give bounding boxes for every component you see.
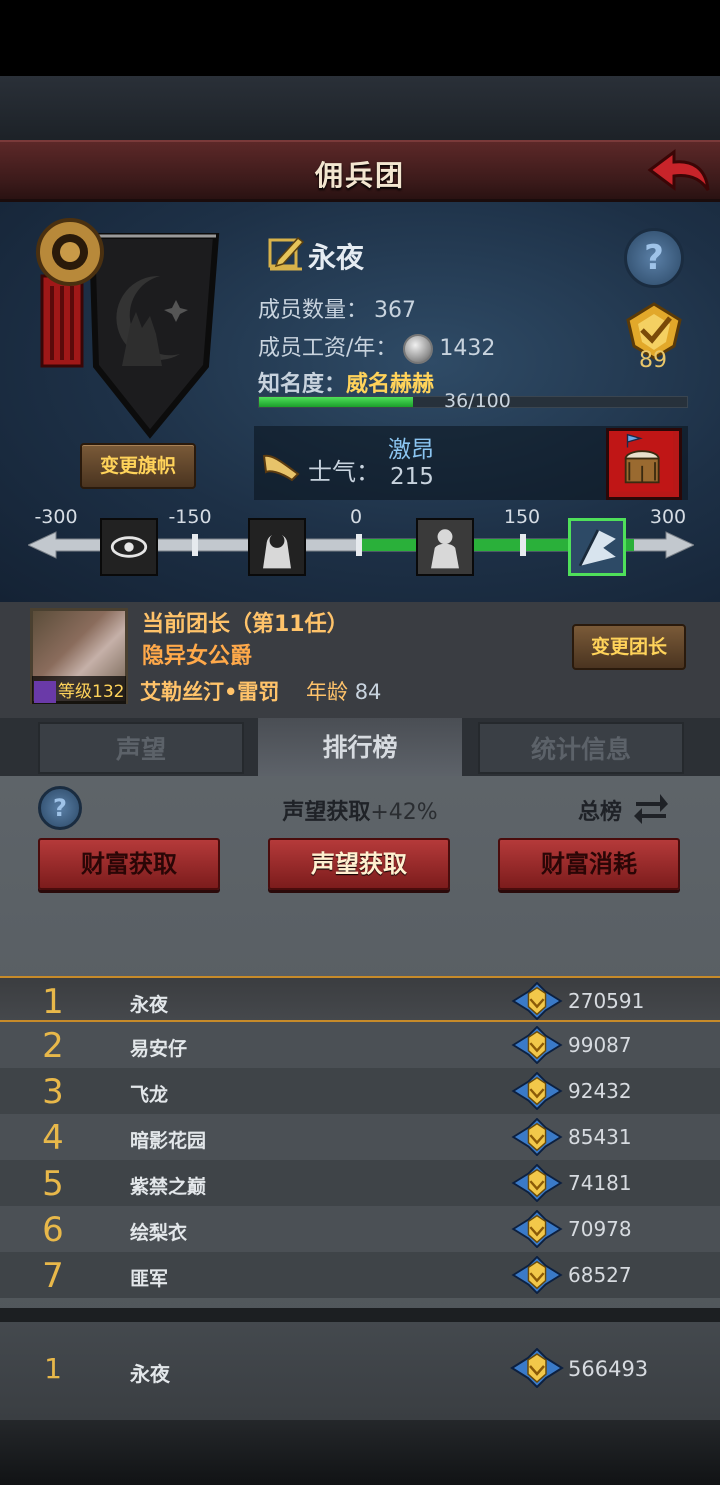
- change-leader-button[interactable]: 变更团长: [572, 624, 686, 670]
- rank-number: 4: [42, 1118, 64, 1158]
- morale-label: 士气：: [308, 458, 380, 486]
- morale-tick: 150: [503, 506, 541, 528]
- rank-guild-name: 飞龙: [130, 1084, 169, 1106]
- members-value: 367: [374, 298, 417, 323]
- swap-icon[interactable]: [632, 790, 670, 826]
- guild-banner-emblem: [36, 218, 220, 439]
- rank-guild-name: 暗影花园: [130, 1130, 207, 1152]
- top-strip: [0, 76, 720, 142]
- rank-score: 92432: [568, 1079, 632, 1103]
- leader-name: 艾勒丝汀•雷罚: [140, 680, 280, 704]
- reputation-gem-icon: [511, 1118, 563, 1156]
- back-arrow-icon[interactable]: [644, 146, 712, 198]
- morale-tick: -150: [168, 506, 212, 528]
- rank-guild-name: 紫禁之巅: [130, 1176, 207, 1198]
- page-title: 佣兵团: [314, 159, 405, 192]
- leader-title: 当前团长（第11任）: [142, 612, 349, 637]
- table-row[interactable]: 3 飞龙 92432: [0, 1068, 720, 1114]
- rank-score: 74181: [568, 1171, 632, 1195]
- reputation-gem-icon: [511, 1072, 563, 1110]
- reputation-gem-icon: [511, 1210, 563, 1248]
- reputation-gem-icon: [511, 1256, 563, 1294]
- scope-label[interactable]: 总榜: [578, 794, 622, 826]
- morale-inspired-icon[interactable]: [568, 518, 626, 576]
- war-drum-icon[interactable]: [606, 428, 682, 500]
- reputation-gem-icon: [511, 982, 563, 1020]
- bonus-label: 声望获取: [282, 800, 371, 825]
- rank-number: 1: [42, 982, 64, 1022]
- reputation-gem-icon: [511, 1026, 563, 1064]
- title-bar: 佣兵团: [0, 140, 720, 202]
- morale-value: 215: [390, 464, 434, 490]
- members-label: 成员数量：: [258, 298, 369, 323]
- rank-number: 5: [42, 1164, 64, 1204]
- morale-tick: 0: [349, 506, 363, 528]
- badge-value: 89: [639, 348, 667, 373]
- table-row[interactable]: 2 易安仔 99087: [0, 1022, 720, 1068]
- table-row[interactable]: 5 紫禁之巅 74181: [0, 1160, 720, 1206]
- leader-class: 隐异女公爵: [142, 644, 253, 669]
- morale-fear-icon[interactable]: [248, 518, 306, 576]
- leader-age-label: 年龄: [306, 680, 348, 704]
- leader-age-value: 84: [354, 680, 382, 704]
- table-row[interactable]: 1 永夜 270591: [0, 976, 720, 1022]
- fame-progress-fill: [259, 397, 414, 407]
- reputation-gem-icon: [510, 1348, 564, 1388]
- divider: [0, 1308, 720, 1322]
- morale-tick: -300: [34, 506, 78, 528]
- category-wealth-gain-button[interactable]: 财富获取: [38, 838, 220, 890]
- rank-guild-name: 易安仔: [130, 1038, 188, 1060]
- table-row[interactable]: 6 绘梨衣 70978: [0, 1206, 720, 1252]
- guild-name: 永夜: [308, 241, 365, 274]
- salary-stat: 成员工资/年： 1432: [258, 330, 495, 364]
- rank-score: 70978: [568, 1217, 632, 1241]
- leader-level-text: 等级132: [58, 682, 125, 702]
- category-wealth-spend-button[interactable]: 财富消耗: [498, 838, 680, 890]
- salary-value: 1432: [439, 336, 496, 361]
- help-icon[interactable]: ?: [624, 228, 684, 288]
- tab-leaderboard[interactable]: 排行榜: [258, 718, 462, 778]
- tab-statistics[interactable]: 统计信息: [478, 722, 684, 774]
- rank-score: 270591: [568, 989, 645, 1013]
- fame-name: 威名赫赫: [346, 372, 435, 397]
- wand-icon: [34, 681, 56, 703]
- top-letterbox: [0, 0, 720, 76]
- morale-tick: 300: [649, 506, 687, 528]
- bottom-strip: [0, 1420, 720, 1485]
- salary-label: 成员工资/年：: [258, 336, 398, 361]
- my-rank-number: 1: [44, 1352, 62, 1385]
- morale-despair-icon[interactable]: [100, 518, 158, 576]
- table-row[interactable]: 7 匪军 68527: [0, 1252, 720, 1298]
- fame-progress-text: 36/100: [444, 390, 511, 412]
- my-rank-score: 566493: [568, 1357, 649, 1381]
- category-reputation-gain-button[interactable]: 声望获取: [268, 838, 450, 890]
- rank-list[interactable]: 1 永夜 270591 2 易安仔 99087 3 飞龙 92432 4 暗影花园 85431 5 紫禁之…: [0, 976, 720, 1308]
- morale-word: 激昂: [388, 437, 434, 463]
- members-stat: 成员数量： 367: [258, 292, 416, 324]
- table-row[interactable]: 4 暗影花园 85431: [0, 1114, 720, 1160]
- bonus-percent: +42%: [370, 800, 438, 825]
- change-flag-button[interactable]: 变更旗帜: [80, 443, 196, 489]
- reputation-gem-icon: [511, 1164, 563, 1202]
- edit-name-icon[interactable]: [266, 232, 306, 272]
- fame-stat: 知名度：威名赫赫: [258, 366, 434, 398]
- rank-score: 85431: [568, 1125, 632, 1149]
- rank-number: 6: [42, 1210, 64, 1250]
- rank-score: 68527: [568, 1263, 632, 1287]
- rank-guild-name: 匪军: [130, 1268, 169, 1290]
- leader-age: 年龄 84: [306, 676, 381, 706]
- rank-number: 3: [42, 1072, 64, 1112]
- rank-score: 99087: [568, 1033, 632, 1057]
- tab-reputation[interactable]: 声望: [38, 722, 244, 774]
- rank-guild-name: 绘梨衣: [130, 1222, 188, 1244]
- rank-number: 7: [42, 1256, 64, 1296]
- horn-icon: [262, 454, 300, 482]
- morale-calm-icon[interactable]: [416, 518, 474, 576]
- rank-guild-name: 永夜: [130, 994, 169, 1016]
- rank-number: 2: [42, 1026, 64, 1066]
- my-rank-name: 永夜: [130, 1362, 170, 1386]
- silver-coin-icon: [403, 334, 434, 364]
- leader-level: 等级132: [32, 676, 127, 704]
- fame-label: 知名度：: [258, 372, 347, 397]
